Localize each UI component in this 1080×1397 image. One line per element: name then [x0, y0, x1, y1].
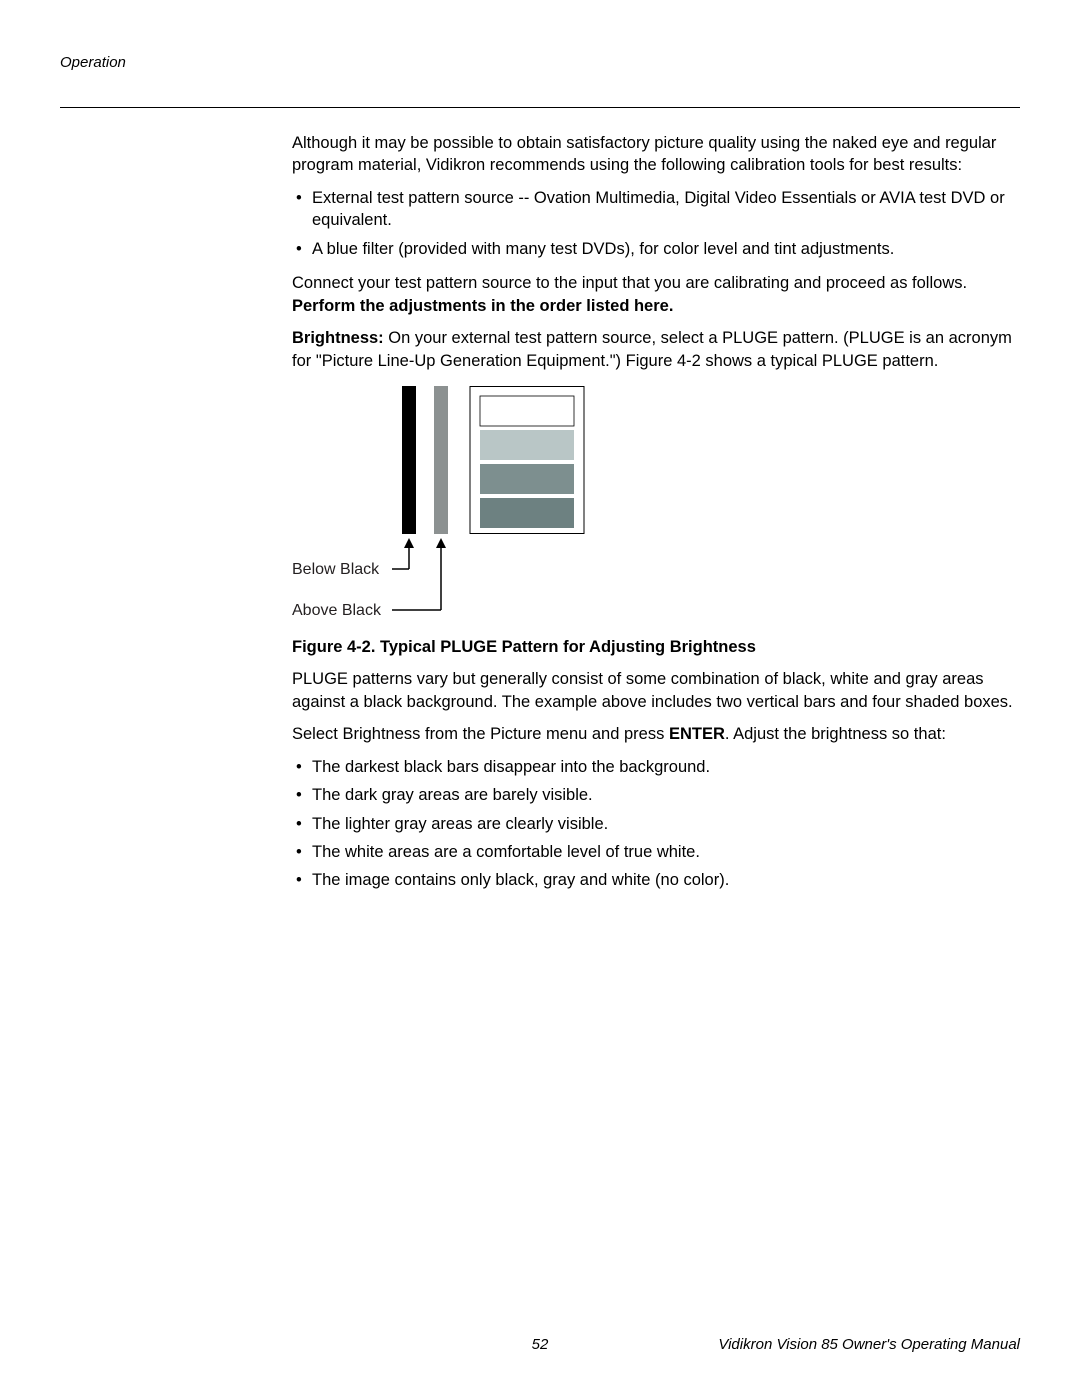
paragraph-intro: Although it may be possible to obtain sa…	[292, 132, 1020, 177]
header-section: Operation	[60, 54, 1020, 71]
enter-key: ENTER	[669, 725, 725, 743]
footer-title: Vidikron Vision 85 Owner's Operating Man…	[718, 1336, 1020, 1353]
text: Connect your test pattern source to the …	[292, 274, 967, 292]
brightness-criteria-list: The darkest black bars disappear into th…	[292, 756, 1020, 892]
paragraph-connect: Connect your test pattern source to the …	[292, 272, 1020, 317]
pluge-figure: Below Black Above Black	[292, 386, 672, 636]
header-rule	[60, 107, 1020, 108]
list-item: A blue filter (provided with many test D…	[292, 238, 1020, 260]
figure-caption: Figure 4-2. Typical PLUGE Pattern for Ad…	[292, 636, 1020, 658]
text: . Adjust the brightness so that:	[725, 725, 946, 743]
tools-list: External test pattern source -- Ovation …	[292, 187, 1020, 260]
list-item: External test pattern source -- Ovation …	[292, 187, 1020, 232]
list-item: The white areas are a comfortable level …	[292, 841, 1020, 863]
below-black-label: Below Black	[292, 561, 380, 578]
text: Select Brightness from the Picture menu …	[292, 725, 669, 743]
list-item: The dark gray areas are barely visible.	[292, 784, 1020, 806]
paragraph-brightness: Brightness: On your external test patter…	[292, 327, 1020, 372]
page-number: 52	[532, 1336, 549, 1353]
page: Operation Although it may be possible to…	[0, 0, 1080, 1397]
pluge-diagram-svg: Below Black Above Black	[292, 386, 672, 636]
page-footer: 52 Vidikron Vision 85 Owner's Operating …	[60, 1336, 1020, 1353]
text-emphasis: Perform the adjustments in the order lis…	[292, 297, 673, 315]
list-item: The image contains only black, gray and …	[292, 869, 1020, 891]
list-item: The darkest black bars disappear into th…	[292, 756, 1020, 778]
text: On your external test pattern source, se…	[292, 329, 1012, 369]
above-black-label: Above Black	[292, 602, 382, 619]
paragraph-pluge-desc: PLUGE patterns vary but generally consis…	[292, 668, 1020, 713]
paragraph-select-brightness: Select Brightness from the Picture menu …	[292, 723, 1020, 745]
main-content: Although it may be possible to obtain sa…	[292, 132, 1020, 892]
list-item: The lighter gray areas are clearly visib…	[292, 813, 1020, 835]
brightness-label: Brightness:	[292, 329, 388, 347]
